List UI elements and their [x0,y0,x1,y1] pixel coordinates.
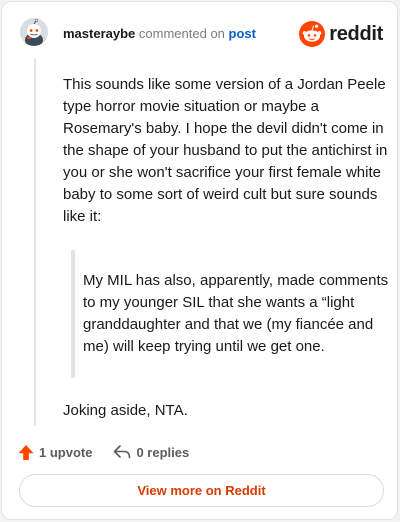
upvote-count: 1 upvote [39,444,93,460]
reddit-wordmark: reddit [329,22,383,45]
snoo-avatar-icon[interactable] [20,18,48,46]
comment-embed-card: masteraybe commented on post reddit This… [1,1,398,520]
replies-button[interactable]: 0 replies [113,444,189,460]
reddit-logo-icon [299,21,326,47]
comment-header: masteraybe commented on post reddit [18,16,383,52]
upvote-button[interactable]: 1 upvote [18,444,92,461]
blockquote-bar [71,250,75,378]
username-link[interactable]: masteraybe [63,26,135,41]
commented-on-text: commented on [138,26,225,41]
reddit-brand-link[interactable]: reddit [299,20,383,48]
comment-byline: masteraybe commented on post [63,26,256,41]
view-more-button[interactable]: View more on Reddit [19,474,384,507]
upvote-arrow-icon [18,444,34,460]
comment-paragraph: Joking aside, NTA. [63,402,188,419]
thread-line [34,58,36,426]
blockquote-text: My MIL has also, apparently, made commen… [83,272,389,355]
comment-body: This sounds like some version of a Jorda… [63,74,389,422]
comment-paragraph: This sounds like some version of a Jorda… [63,76,388,225]
comment-actions: 1 upvote 0 replies [18,440,189,464]
reply-arrow-icon [114,445,131,459]
blockquote: My MIL has also, apparently, made commen… [63,250,389,378]
post-link[interactable]: post [229,26,256,41]
reply-count: 0 replies [136,444,190,460]
